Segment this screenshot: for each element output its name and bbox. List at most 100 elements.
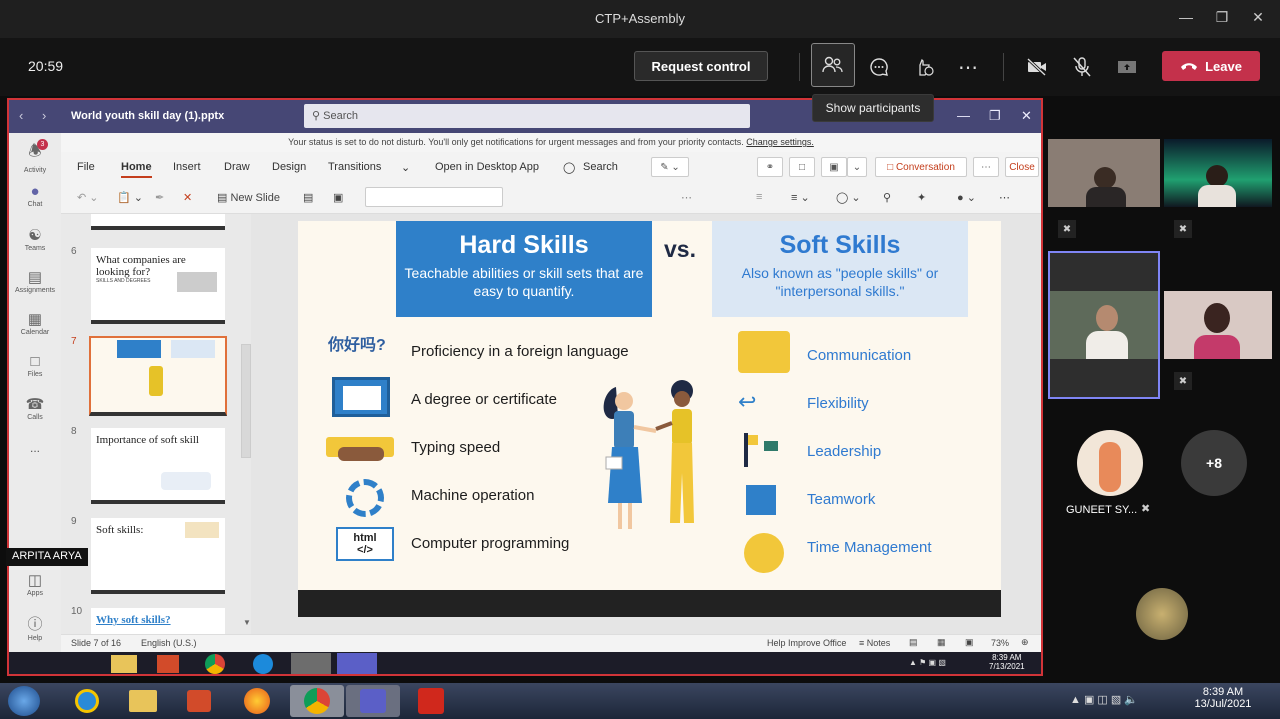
shapes-icon[interactable]: ◯ ⌄ [836,191,861,204]
tab-home[interactable]: Home [121,161,152,178]
meeting-clock: 20:59 [28,58,64,74]
participant-video[interactable] [1048,139,1160,207]
tab-design[interactable]: Design [272,161,306,173]
normal-view-icon[interactable]: ▤ [909,637,918,648]
bullets-icon[interactable]: ≡ [756,191,762,203]
notes-button[interactable]: ≡ Notes [859,638,890,648]
more-options-icon[interactable]: ⋯ [681,191,692,204]
rail-apps[interactable]: ◫ Apps [9,571,61,597]
rail-calls[interactable]: ☎ Calls [9,395,61,421]
find-icon[interactable]: ⚲ [883,191,891,204]
rail-files[interactable]: □ Files [9,353,61,378]
more-options-icon[interactable]: ⋯ [973,157,999,177]
ribbon-search[interactable]: Search [583,161,618,173]
tab-file[interactable]: File [77,161,95,173]
help-improve-office[interactable]: Help Improve Office [767,638,846,648]
font-name-box[interactable] [365,187,503,207]
comment-icon[interactable]: □ [789,157,815,177]
slide-thumbnail-9[interactable]: Soft skills: [91,518,225,594]
participant-video[interactable] [1164,291,1272,359]
format-painter-icon[interactable]: ✒ [155,191,164,204]
more-options-icon[interactable]: ⋯ [946,45,990,89]
chrome-icon[interactable] [290,685,344,717]
designer-icon[interactable]: ✦ [917,191,926,204]
reading-view-icon[interactable]: ▣ [965,637,974,648]
more-options-icon[interactable]: ⋯ [999,191,1010,204]
pen-icon[interactable]: ✎ ⌄ [651,157,689,177]
close-button[interactable]: Close [1005,157,1039,177]
slide-sorter-icon[interactable]: ▦ [937,637,946,648]
rail-calendar[interactable]: ▦ Calendar [9,310,61,336]
slide-thumbnail-7-selected[interactable] [89,336,227,416]
participant-video-speaking[interactable] [1048,251,1160,399]
present-icon[interactable]: ▣ [821,157,847,177]
media-player-icon[interactable] [172,685,226,717]
camera-off-icon[interactable] [1015,45,1059,89]
chat-icon[interactable] [857,45,901,89]
slide-thumbnail-6[interactable]: What companies are looking for? SKILLS A… [91,248,225,324]
slide-thumbnail-5[interactable] [91,214,225,230]
leave-button[interactable]: Leave [1162,51,1260,81]
rail-activity[interactable]: 🕭 Activity 3 [9,139,61,174]
tab-insert[interactable]: Insert [173,161,201,173]
maximize-icon[interactable]: ❐ [1212,9,1232,26]
minimize-icon[interactable]: — [1176,9,1196,25]
file-explorer-icon[interactable] [116,685,170,717]
share-icon[interactable]: ⚭ [757,157,783,177]
close-icon[interactable]: ✕ [1021,108,1032,124]
change-settings-link[interactable]: Change settings. [746,137,814,147]
rail-assignments[interactable]: ▤ Assignments [9,268,61,294]
dictate-icon[interactable]: ● ⌄ [957,191,976,204]
avatar[interactable] [1077,430,1143,496]
conversation-button[interactable]: □ Conversation [875,157,967,177]
teams-search-input[interactable]: ⚲ Search [304,104,750,128]
tab-transitions[interactable]: Transitions [328,161,381,173]
system-clock[interactable]: 8:39 AM 13/Jul/2021 [1190,686,1256,710]
minimize-icon[interactable]: — [957,108,970,123]
slide-thumbnail-8[interactable]: Importance of soft skill [91,428,225,504]
close-icon[interactable]: ✕ [1248,9,1268,26]
notification-text: Your status is set to do not disturb. Yo… [288,137,744,147]
chevron-down-icon[interactable]: ⌄ [847,157,867,177]
undo-icon[interactable]: ↶ ⌄ [77,191,99,204]
paste-icon[interactable]: 📋 ⌄ [117,191,143,204]
thumbnail-scrollbar[interactable] [241,344,251,458]
tab-draw[interactable]: Draw [224,161,250,173]
new-slide-button[interactable]: ▤ New Slide [217,191,280,204]
edge-icon [253,654,273,674]
scroll-down-icon[interactable]: ▼ [243,618,251,627]
picture-icon[interactable]: ▣ [333,191,343,204]
share-screen-icon[interactable] [1105,45,1149,89]
avatar[interactable] [1136,588,1188,640]
align-icon[interactable]: ≡ ⌄ [791,191,810,204]
inner-clock: 8:39 AM 7/13/2021 [989,653,1025,671]
pdf-reader-icon[interactable] [404,685,458,717]
delete-icon[interactable]: ✕ [183,191,192,204]
mic-off-icon[interactable] [1060,45,1104,89]
system-tray-icons[interactable]: ▲ ▣ ◫ ▧ 🔈 [1070,693,1138,706]
reactions-icon[interactable] [902,45,946,89]
internet-explorer-icon[interactable] [60,685,114,717]
forward-icon[interactable]: › [42,108,46,123]
more-participants-button[interactable]: +8 [1181,430,1247,496]
participants-button[interactable] [811,43,855,87]
participant-video[interactable] [1164,139,1272,207]
layout-icon[interactable]: ▤ [303,191,313,204]
chevron-down-icon[interactable]: ⌄ [401,161,410,174]
open-desktop-app-button[interactable]: Open in Desktop App [435,161,539,173]
language[interactable]: English (U.S.) [141,638,197,648]
rail-help[interactable]: ⓘ Help [9,613,61,642]
maximize-icon[interactable]: ❐ [989,108,1001,124]
teams-icon[interactable] [346,685,400,717]
fit-slide-icon[interactable]: ⊕ [1021,637,1029,648]
firefox-icon[interactable] [230,685,284,717]
back-icon[interactable]: ‹ [19,108,23,123]
rail-teams[interactable]: ☯ Teams [9,226,61,252]
rail-more[interactable]: ... [9,441,61,455]
request-control-button[interactable]: Request control [634,51,768,81]
start-button[interactable] [8,686,40,716]
slide-thumbnail-10[interactable]: Why soft skills? [91,608,225,634]
current-slide[interactable]: Hard Skills Teachable abilities or skill… [298,221,1001,617]
rail-chat[interactable]: ● Chat [9,183,61,208]
zoom-level[interactable]: 73% [991,638,1009,648]
